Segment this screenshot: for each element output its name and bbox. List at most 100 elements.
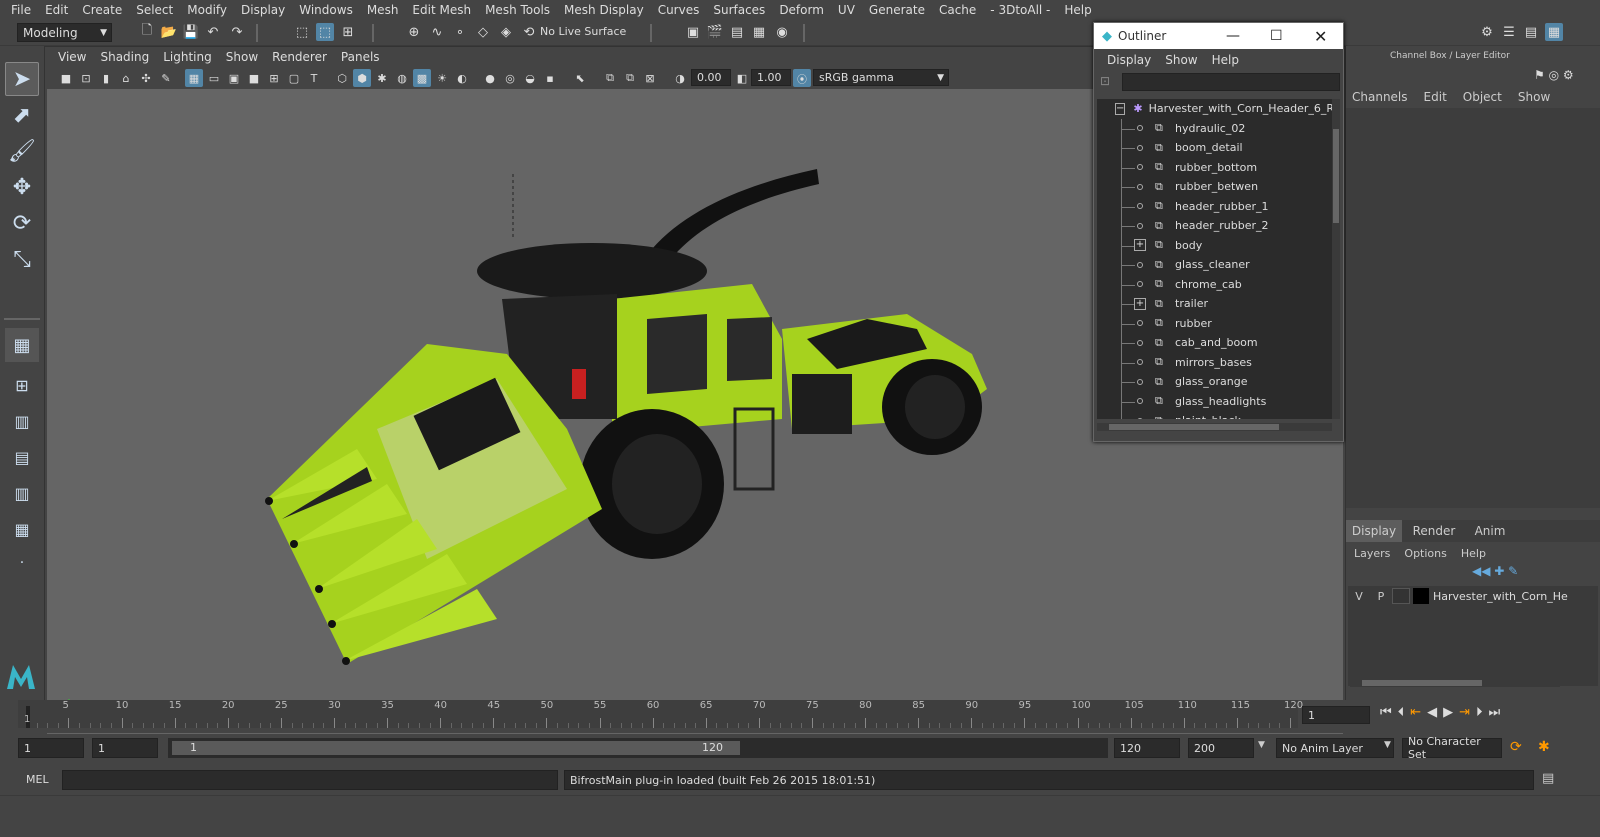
panel-menu-view[interactable]: View [51, 50, 93, 64]
grease-pencil-icon[interactable]: ✎ [157, 69, 175, 87]
step-back-key-icon[interactable]: ⏴ [1398, 705, 1405, 720]
bookmark-icon[interactable]: ▮ [97, 69, 115, 87]
edit-menu[interactable]: Edit [1424, 90, 1463, 104]
redo-icon[interactable]: ↷ [228, 23, 246, 41]
exposure-field[interactable]: 0.00 [691, 69, 731, 86]
snap-live-icon[interactable]: ⟲ [520, 23, 538, 41]
gamma-icon[interactable]: ◧ [733, 69, 751, 87]
auto-key-icon[interactable]: ⟳ [1510, 739, 1522, 755]
outliner-menu-help[interactable]: Help [1205, 53, 1246, 67]
select-hierarchy-icon[interactable]: ⬚ [293, 23, 311, 41]
layer-scrollbar[interactable] [1350, 679, 1560, 687]
exposure-icon[interactable]: ◑ [671, 69, 689, 87]
safe-title-icon[interactable]: T [305, 69, 323, 87]
menu-file[interactable]: File [4, 3, 38, 17]
outliner-item[interactable]: + ⧉ body [1097, 235, 1332, 256]
snap-curve-icon[interactable]: ∿ [428, 23, 446, 41]
safe-action-icon[interactable]: ▢ [285, 69, 303, 87]
four-view-layout-icon[interactable]: ⊞ [5, 368, 39, 402]
two-d-pan-icon[interactable]: ✣ [137, 69, 155, 87]
render-frame-icon[interactable]: 🎬 [706, 23, 724, 41]
layer-row[interactable]: V P Harvester_with_Corn_He [1348, 586, 1598, 606]
resolution-gate-icon[interactable]: ▣ [225, 69, 243, 87]
lights-icon[interactable]: ☀ [433, 69, 451, 87]
anti-aliasing-icon[interactable]: ◒ [521, 69, 539, 87]
gate-mask-icon[interactable]: ■ [245, 69, 263, 87]
panel-menu-renderer[interactable]: Renderer [265, 50, 334, 64]
layer-action-icons[interactable]: ◀◀ ✚ ✎ [1472, 564, 1518, 578]
menu-select[interactable]: Select [129, 3, 180, 17]
channels-menu[interactable]: Channels [1352, 90, 1424, 104]
layers-menu[interactable]: Layers [1354, 547, 1404, 560]
rotate-tool-icon[interactable]: ⟳ [5, 206, 39, 240]
panel-menu-show[interactable]: Show [219, 50, 265, 64]
end-time-field[interactable]: 200 [1188, 738, 1254, 758]
ipr-render-icon[interactable]: ▤ [728, 23, 746, 41]
outliner-titlebar[interactable]: ◆ Outliner — ☐ ✕ [1094, 23, 1343, 49]
toggle-workspace-icon[interactable]: ⚙ [1478, 23, 1496, 41]
outliner-item[interactable]: ⧉ chrome_cab [1097, 274, 1332, 295]
hypershade-layout-icon[interactable]: ▦ [5, 512, 39, 546]
scrollbar-thumb[interactable] [1333, 129, 1339, 223]
outliner-item[interactable]: ⧉ boom_detail [1097, 138, 1332, 158]
menu-edit-mesh[interactable]: Edit Mesh [405, 3, 478, 17]
channel-box-icon[interactable]: ▦ [1545, 23, 1563, 41]
go-to-end-icon[interactable]: ⏭ [1489, 705, 1501, 720]
outliner-item[interactable]: ⧉ glass_orange [1097, 372, 1332, 392]
scrollbar-thumb[interactable] [1362, 680, 1482, 686]
outliner-item[interactable]: ⧉ glass_headlights [1097, 391, 1332, 412]
depth-of-field-icon[interactable]: ▪ [541, 69, 559, 87]
scrollbar-thumb[interactable] [1109, 424, 1279, 430]
menu-create[interactable]: Create [75, 3, 129, 17]
smooth-shade-icon[interactable]: ⬢ [353, 69, 371, 87]
outliner-item[interactable]: ⧉ header_rubber_2 [1097, 216, 1332, 236]
anim-preferences-icon[interactable]: ✱ [1538, 739, 1550, 755]
film-gate-icon[interactable]: ▭ [205, 69, 223, 87]
close-icon[interactable]: ✕ [1314, 27, 1327, 46]
paint-select-tool-icon[interactable]: 🖌 [5, 134, 39, 168]
object-menu[interactable]: Object [1463, 90, 1518, 104]
go-to-start-icon[interactable]: ⏮ [1380, 705, 1392, 720]
outliner-item[interactable]: ⧉ mirrors_bases [1097, 352, 1332, 373]
chevron-down-icon[interactable]: ▼ [1258, 740, 1265, 750]
undo-icon[interactable]: ↶ [204, 23, 222, 41]
menu-curves[interactable]: Curves [651, 3, 707, 17]
snap-surface-icon[interactable]: ◈ [497, 23, 515, 41]
mode-dropdown[interactable]: Modeling ▼ [17, 23, 112, 42]
save-scene-icon[interactable]: 💾 [182, 23, 200, 41]
outliner-item[interactable]: ⧉ glass_cleaner [1097, 255, 1332, 275]
outliner-item[interactable]: ⧉ rubber_bottom [1097, 157, 1332, 178]
lasso-tool-icon[interactable]: ⬈ [5, 98, 39, 132]
time-ruler[interactable]: 5 10 15 20 25 30 35 40 45 50 55 60 65 70 75 80 85 90 95 100… [18, 700, 1303, 728]
menu-generate[interactable]: Generate [862, 3, 932, 17]
playback-end-field[interactable]: 120 [1114, 738, 1180, 758]
menu-cache[interactable]: Cache [932, 3, 983, 17]
play-forwards-icon[interactable]: ▶ [1443, 705, 1453, 720]
layer-type-toggle[interactable] [1392, 588, 1410, 604]
default-material-icon[interactable]: ◍ [393, 69, 411, 87]
camera-icon[interactable]: ■ [57, 69, 75, 87]
render-view-icon[interactable]: ▣ [684, 23, 702, 41]
expand-icon[interactable]: + [1134, 297, 1146, 310]
select-tool-icon[interactable]: ➤ [5, 62, 39, 96]
minimize-icon[interactable]: — [1226, 28, 1240, 44]
hypershade-icon[interactable]: ◉ [773, 23, 791, 41]
snap-grid-icon[interactable]: ⊕ [405, 23, 423, 41]
ambient-occlusion-icon[interactable]: ● [481, 69, 499, 87]
show-menu[interactable]: Show [1518, 90, 1550, 104]
textured-icon[interactable]: ▩ [413, 69, 431, 87]
range-slider[interactable]: 1 120 [168, 738, 1108, 758]
graph-editor-layout-icon[interactable]: ▥ [5, 476, 39, 510]
play-backwards-icon[interactable]: ◀ [1427, 705, 1437, 720]
character-set-dropdown[interactable]: No Character Set [1402, 735, 1502, 761]
menu-help[interactable]: Help [1057, 3, 1098, 17]
tool-settings-icon[interactable]: ▤ [1522, 23, 1540, 41]
xray-icon[interactable]: ⧉ [601, 69, 619, 87]
playback-start-field[interactable]: 1 [92, 738, 158, 758]
start-time-field[interactable]: 1 [18, 738, 84, 758]
menu-mesh-tools[interactable]: Mesh Tools [478, 3, 557, 17]
menu-edit[interactable]: Edit [38, 3, 75, 17]
isolate-select-icon[interactable]: ⬉ [571, 69, 589, 87]
outliner-item[interactable]: ⧉ rubber_betwen [1097, 177, 1332, 197]
snap-point-icon[interactable]: ∘ [451, 23, 469, 41]
